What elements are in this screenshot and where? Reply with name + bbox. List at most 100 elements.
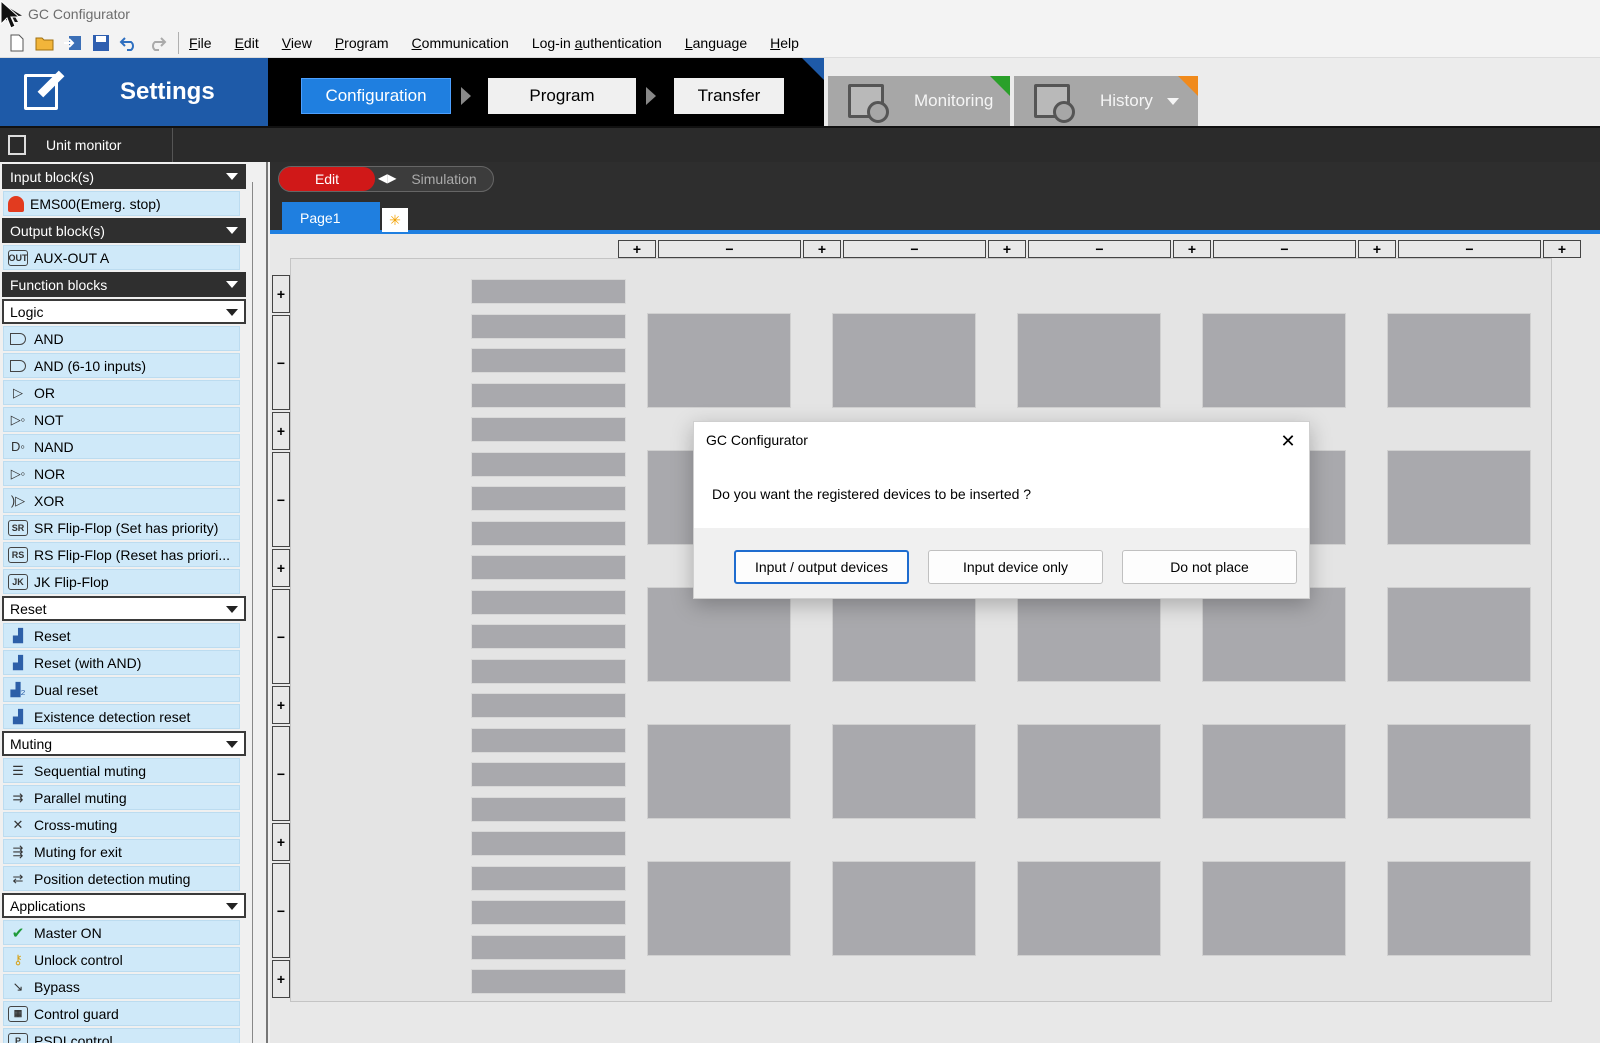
palette-item-nand[interactable]: D◦ NAND: [3, 434, 240, 459]
io-slot[interactable]: [471, 865, 626, 891]
history-dropdown-icon[interactable]: [1166, 97, 1179, 105]
redo-icon[interactable]: [146, 32, 168, 54]
io-slot[interactable]: [471, 382, 626, 408]
insert-column-button[interactable]: +: [1543, 240, 1581, 258]
io-slot[interactable]: [471, 934, 626, 960]
function-block-cell[interactable]: [647, 724, 791, 819]
menu-help[interactable]: Help: [770, 35, 799, 51]
function-block-cell[interactable]: [1202, 587, 1346, 682]
menu-login-authentication[interactable]: Log-in authentication: [532, 35, 662, 51]
delete-row-button[interactable]: −: [272, 726, 290, 821]
open-folder-icon[interactable]: [34, 32, 56, 54]
palette-item-aux-out[interactable]: OUT AUX-OUT A: [3, 245, 240, 270]
edit-simulation-toggle[interactable]: Edit ◀▶ Simulation: [278, 166, 494, 192]
palette-item-and[interactable]: AND: [3, 326, 240, 351]
palette-item-unlock-control[interactable]: ⚷ Unlock control: [3, 947, 240, 972]
palette-item-cross-muting[interactable]: ✕ Cross-muting: [3, 812, 240, 837]
delete-column-button[interactable]: −: [1213, 240, 1356, 258]
io-slot[interactable]: [471, 451, 626, 477]
delete-row-button[interactable]: −: [272, 589, 290, 684]
function-block-cell[interactable]: [647, 861, 791, 956]
palette-item-nor[interactable]: ▷◦ NOR: [3, 461, 240, 486]
palette-item-position-detection-muting[interactable]: ⇄ Position detection muting: [3, 866, 240, 891]
palette-item-sr-flip-flop[interactable]: SR SR Flip-Flop (Set has priority): [3, 515, 240, 540]
delete-row-button[interactable]: −: [272, 452, 290, 547]
function-block-cell[interactable]: [647, 587, 791, 682]
function-block-cell[interactable]: [1202, 313, 1346, 408]
transfer-step-button[interactable]: Transfer: [674, 78, 784, 114]
function-block-cell[interactable]: [1387, 587, 1531, 682]
io-slot[interactable]: [471, 762, 626, 787]
io-slot[interactable]: [471, 555, 626, 580]
function-block-cell[interactable]: [647, 313, 791, 408]
menu-edit[interactable]: Edit: [235, 35, 259, 51]
palette-item-or[interactable]: ▷ OR: [3, 380, 240, 405]
palette-item-reset-with-and[interactable]: ▟ Reset (with AND): [3, 650, 240, 675]
menu-file[interactable]: File: [189, 35, 212, 51]
function-block-cell[interactable]: [1017, 587, 1161, 682]
delete-column-button[interactable]: −: [1398, 240, 1541, 258]
unit-monitor-button[interactable]: Unit monitor: [0, 128, 173, 162]
io-slot[interactable]: [471, 520, 626, 546]
configuration-step-button[interactable]: Configuration: [301, 78, 451, 114]
palette-item-jk-flip-flop[interactable]: JK JK Flip-Flop: [3, 569, 240, 594]
io-slot[interactable]: [471, 727, 626, 753]
insert-column-button[interactable]: +: [618, 240, 656, 258]
palette-item-existence-detection-reset[interactable]: ▟ Existence detection reset: [3, 704, 240, 729]
insert-row-button[interactable]: +: [272, 549, 290, 587]
palette-item-dual-reset[interactable]: ▟₂ Dual reset: [3, 677, 240, 702]
menu-program[interactable]: Program: [335, 35, 389, 51]
function-block-cell[interactable]: [1017, 861, 1161, 956]
insert-column-button[interactable]: +: [1358, 240, 1396, 258]
output-blocks-header[interactable]: Output block(s): [2, 218, 246, 243]
insert-row-button[interactable]: +: [272, 275, 290, 313]
palette-item-emergency-stop[interactable]: EMS00(Emerg. stop): [3, 191, 240, 216]
function-block-cell[interactable]: [832, 861, 976, 956]
input-blocks-header[interactable]: Input block(s): [2, 164, 246, 189]
io-slot[interactable]: [471, 417, 626, 442]
function-block-cell[interactable]: [1202, 724, 1346, 819]
function-block-cell[interactable]: [832, 587, 976, 682]
settings-tab[interactable]: Settings: [0, 58, 268, 126]
history-tab[interactable]: History: [1014, 76, 1198, 126]
function-block-cell[interactable]: [1202, 861, 1346, 956]
input-output-devices-button[interactable]: Input / output devices: [734, 550, 909, 584]
delete-column-button[interactable]: −: [843, 240, 986, 258]
logic-category-select[interactable]: Logic: [2, 299, 246, 324]
function-block-cell[interactable]: [832, 724, 976, 819]
palette-item-psdi-control[interactable]: P PSDI control: [3, 1028, 240, 1043]
palette-item-and-multi[interactable]: AND (6-10 inputs): [3, 353, 240, 378]
io-slot[interactable]: [471, 900, 626, 925]
edit-mode-button[interactable]: Edit: [279, 167, 375, 191]
palette-item-not[interactable]: ▷◦ NOT: [3, 407, 240, 432]
function-block-cell[interactable]: [832, 313, 976, 408]
insert-column-button[interactable]: +: [988, 240, 1026, 258]
save-icon[interactable]: [90, 32, 112, 54]
menu-view[interactable]: View: [282, 35, 312, 51]
io-slot[interactable]: [471, 658, 626, 684]
io-slot[interactable]: [471, 796, 626, 822]
function-block-cell[interactable]: [1017, 724, 1161, 819]
delete-row-button[interactable]: −: [272, 863, 290, 958]
insert-column-button[interactable]: +: [803, 240, 841, 258]
program-step-button[interactable]: Program: [488, 78, 636, 114]
simulation-mode-button[interactable]: Simulation: [395, 167, 493, 191]
palette-item-control-guard[interactable]: ▦ Control guard: [3, 1001, 240, 1026]
insert-row-button[interactable]: +: [272, 412, 290, 450]
io-slot[interactable]: [471, 589, 626, 615]
function-block-cell[interactable]: [1387, 861, 1531, 956]
palette-item-rs-flip-flop[interactable]: RS RS Flip-Flop (Reset has priori...: [3, 542, 240, 567]
function-block-cell[interactable]: [1387, 313, 1531, 408]
insert-column-button[interactable]: +: [1173, 240, 1211, 258]
insert-row-button[interactable]: +: [272, 686, 290, 724]
input-device-only-button[interactable]: Input device only: [928, 550, 1103, 584]
panel-splitter[interactable]: [248, 162, 268, 1043]
import-icon[interactable]: [62, 32, 84, 54]
insert-row-button[interactable]: +: [272, 960, 290, 998]
monitoring-tab[interactable]: Monitoring: [828, 76, 1010, 126]
program-canvas[interactable]: [290, 258, 1552, 1002]
add-page-icon[interactable]: ✳: [382, 208, 408, 232]
reset-category-select[interactable]: Reset: [2, 596, 246, 621]
palette-item-sequential-muting[interactable]: ☰ Sequential muting: [3, 758, 240, 783]
io-slot[interactable]: [471, 969, 626, 994]
